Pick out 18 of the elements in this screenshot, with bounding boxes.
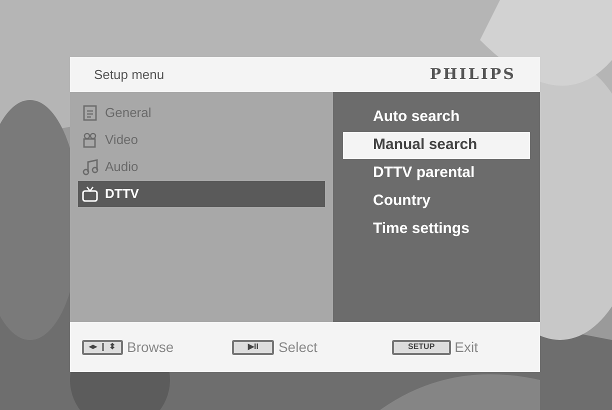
remote-key: ◂▸ ⬍ — [82, 340, 123, 354]
category-item[interactable]: DTTV — [78, 181, 325, 207]
menu-option[interactable]: Manual search — [343, 132, 530, 159]
camera-icon — [81, 131, 99, 149]
menu-title: Setup menu — [94, 66, 164, 84]
remote-key: ▶II — [232, 340, 274, 354]
key-label: Exit — [454, 338, 478, 356]
menu-option[interactable]: Country — [343, 188, 530, 215]
brand-logo: PHILIPS — [430, 64, 516, 86]
menu-option[interactable]: Time settings — [343, 216, 530, 243]
key-label: Select — [278, 338, 318, 356]
menu-option[interactable]: Auto search — [343, 104, 530, 131]
music-note-icon — [81, 158, 99, 176]
document-icon — [81, 104, 99, 122]
key-label: Browse — [127, 338, 174, 356]
tv-icon — [81, 185, 99, 203]
remote-key: SETUP — [392, 340, 451, 354]
menu-option[interactable]: DTTV parental — [343, 160, 530, 187]
